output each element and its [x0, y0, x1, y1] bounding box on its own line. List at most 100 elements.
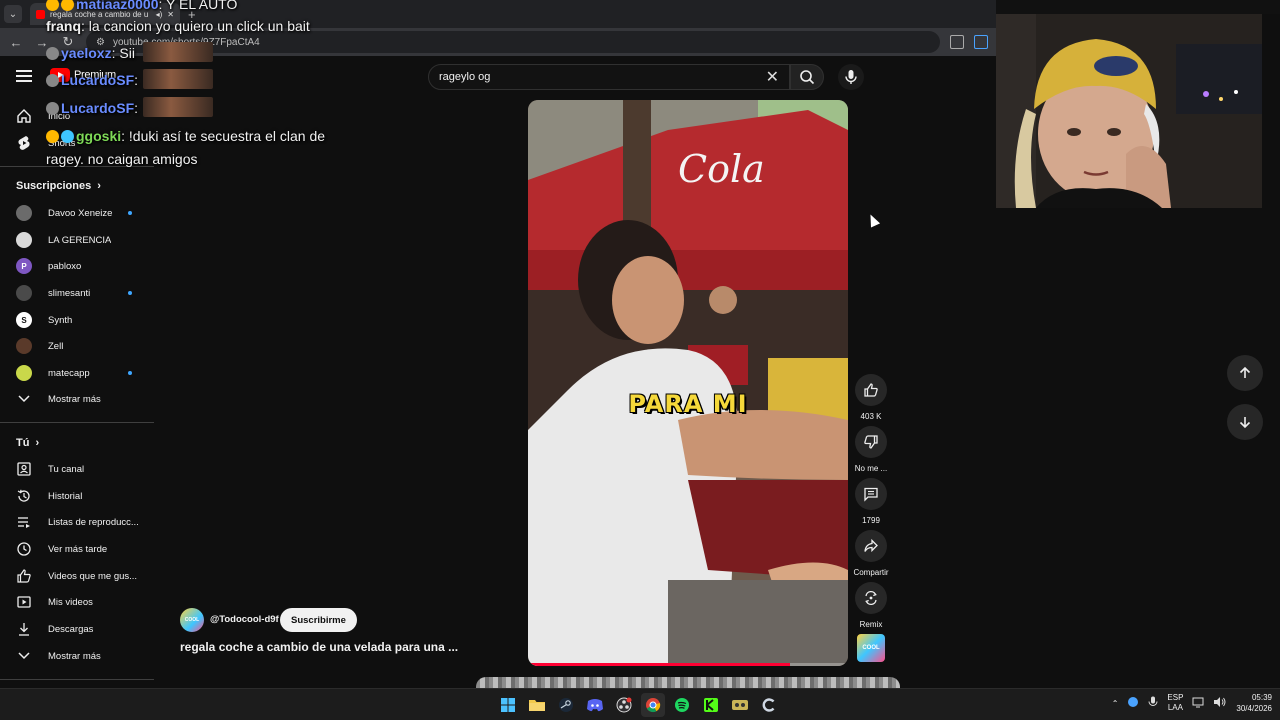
sidebar-item-tu-canal[interactable]: Tu canal: [0, 456, 154, 482]
sidebar-item-label: Mis videos: [48, 596, 93, 608]
comments-button[interactable]: 1799: [850, 478, 892, 525]
download-icon: [16, 621, 32, 637]
chat-username: LucardoSF: [61, 100, 135, 116]
dislike-button[interactable]: No me ...: [850, 426, 892, 473]
sidebar-item-label: Descargas: [48, 623, 94, 635]
chevron-down-icon: [16, 648, 32, 664]
sidebar-item-historial[interactable]: Historial: [0, 483, 154, 509]
clear-search-icon[interactable]: ✕: [766, 67, 779, 87]
remix-button[interactable]: Remix: [850, 582, 892, 629]
subscriptions-heading[interactable]: Suscripciones ›: [16, 180, 101, 192]
arrow-up-icon: [1239, 366, 1251, 378]
video-title[interactable]: regala coche a cambio de una velada para…: [180, 640, 458, 654]
shorts-video-player[interactable]: Cola PARA MI: [528, 100, 848, 666]
next-short-button[interactable]: [1227, 404, 1263, 440]
badge-icon: [46, 47, 59, 60]
sidebar: Inicio Shorts Suscripciones › Davoo Xene…: [0, 98, 154, 680]
microphone-tray-icon[interactable]: [1148, 696, 1158, 710]
back-arrow-icon[interactable]: ←: [8, 35, 24, 50]
cast-icon[interactable]: [950, 35, 964, 49]
badge-icon: [46, 130, 59, 143]
subscribe-button[interactable]: Suscribirme: [280, 608, 357, 632]
home-icon: [16, 108, 32, 124]
thumbs-up-icon: [855, 374, 887, 406]
channel-name[interactable]: @Todocool-d9f: [210, 614, 279, 625]
comment-icon: [855, 478, 887, 510]
you-heading[interactable]: Tú ›: [16, 437, 39, 449]
playlists-icon: [16, 514, 32, 530]
chevron-down-icon: [16, 391, 32, 407]
sidebar-item-liked[interactable]: Videos que me gus...: [0, 563, 154, 589]
sidebar-item-descargas[interactable]: Descargas: [0, 616, 154, 642]
badge-icon: [46, 102, 59, 115]
clock-time: 05:39: [1251, 693, 1272, 702]
chat-username: franq: [46, 18, 81, 34]
sidebar-sub-matecapp[interactable]: matecapp: [0, 360, 154, 386]
new-content-dot: [128, 371, 132, 375]
tray-app-icon[interactable]: [1127, 696, 1139, 710]
chat-text: : !duki así te secuestra el clan de: [121, 128, 326, 144]
badge-icon: [46, 0, 59, 11]
search-button[interactable]: [790, 64, 824, 90]
chrome-icon[interactable]: [641, 693, 665, 717]
previous-short-button[interactable]: [1227, 355, 1263, 391]
voice-search-button[interactable]: [838, 64, 864, 90]
sidebar-sub-pabloxo[interactable]: P pabloxo: [0, 253, 154, 279]
network-icon[interactable]: [1192, 696, 1204, 710]
sidebar-item-listas[interactable]: Listas de reproducc...: [0, 509, 154, 535]
share-icon: [855, 530, 887, 562]
webcam-overlay: [996, 14, 1262, 208]
thumbs-down-icon: [855, 426, 887, 458]
dislike-label: No me ...: [854, 464, 888, 473]
subscriptions-title: Suscripciones: [16, 180, 92, 192]
avatar: [16, 365, 32, 381]
chat-username: yaeloxz: [61, 45, 112, 61]
sidebar-sub-davoo-xeneize[interactable]: Davoo Xeneize: [0, 200, 154, 226]
sidebar-sub-zell[interactable]: Zell: [0, 333, 154, 359]
like-button[interactable]: 403 K: [850, 374, 892, 421]
extension-icon[interactable]: [974, 35, 988, 49]
menu-icon[interactable]: [16, 70, 32, 82]
file-explorer-icon[interactable]: [525, 693, 549, 717]
sidebar-sub-synth[interactable]: S Synth: [0, 307, 154, 333]
search-input[interactable]: rageylo og ✕: [428, 64, 790, 90]
webcam-frame-top: [996, 0, 1280, 14]
video-progress-bar[interactable]: [528, 663, 848, 666]
divider: [0, 679, 154, 680]
sidebar-item-label: Synth: [48, 314, 73, 326]
share-button[interactable]: Compartir: [850, 530, 892, 577]
sidebar-item-label: matecapp: [48, 367, 90, 379]
avatar: [16, 338, 32, 354]
sidebar-item-ver-mas-tarde[interactable]: Ver más tarde: [0, 536, 154, 562]
language-indicator[interactable]: ESP LAA: [1167, 693, 1183, 713]
badge-icon: [61, 130, 74, 143]
channel-avatar[interactable]: COOL: [180, 608, 204, 632]
steam-icon[interactable]: [554, 693, 578, 717]
sidebar-subs-show-more[interactable]: Mostrar más: [0, 386, 154, 412]
discord-icon[interactable]: [583, 693, 607, 717]
language-code: ESP: [1167, 693, 1184, 702]
sidebar-sub-la-gerencia[interactable]: LA GERENCIA: [0, 227, 154, 253]
video-frame: Cola: [528, 100, 848, 666]
audio-source-thumbnail[interactable]: COOL: [857, 634, 885, 662]
spotify-icon[interactable]: [670, 693, 694, 717]
app-c-icon[interactable]: [757, 693, 781, 717]
watch-later-icon: [16, 541, 32, 557]
chat-message: yaeloxz: Sii: [46, 41, 135, 65]
sidebar-item-mis-videos[interactable]: Mis videos: [0, 589, 154, 615]
sidebar-sub-slimesanti[interactable]: slimesanti: [0, 280, 154, 306]
share-label: Compartir: [853, 568, 889, 577]
chat-emote-image: [143, 69, 213, 89]
volume-icon[interactable]: [1213, 696, 1227, 710]
tray-overflow-icon[interactable]: ⌃: [1112, 699, 1119, 708]
game-app-icon[interactable]: [728, 693, 752, 717]
obs-icon[interactable]: [612, 693, 636, 717]
divider: [0, 422, 154, 423]
windows-start-icon[interactable]: [496, 693, 520, 717]
history-icon: [16, 488, 32, 504]
chat-message: LucardoSF:: [46, 96, 138, 120]
sidebar-you-show-more[interactable]: Mostrar más: [0, 643, 154, 669]
kick-icon[interactable]: [699, 693, 723, 717]
tab-search-button[interactable]: ⌄: [4, 5, 22, 23]
clock[interactable]: 05:39 30/4/2026: [1236, 692, 1272, 714]
